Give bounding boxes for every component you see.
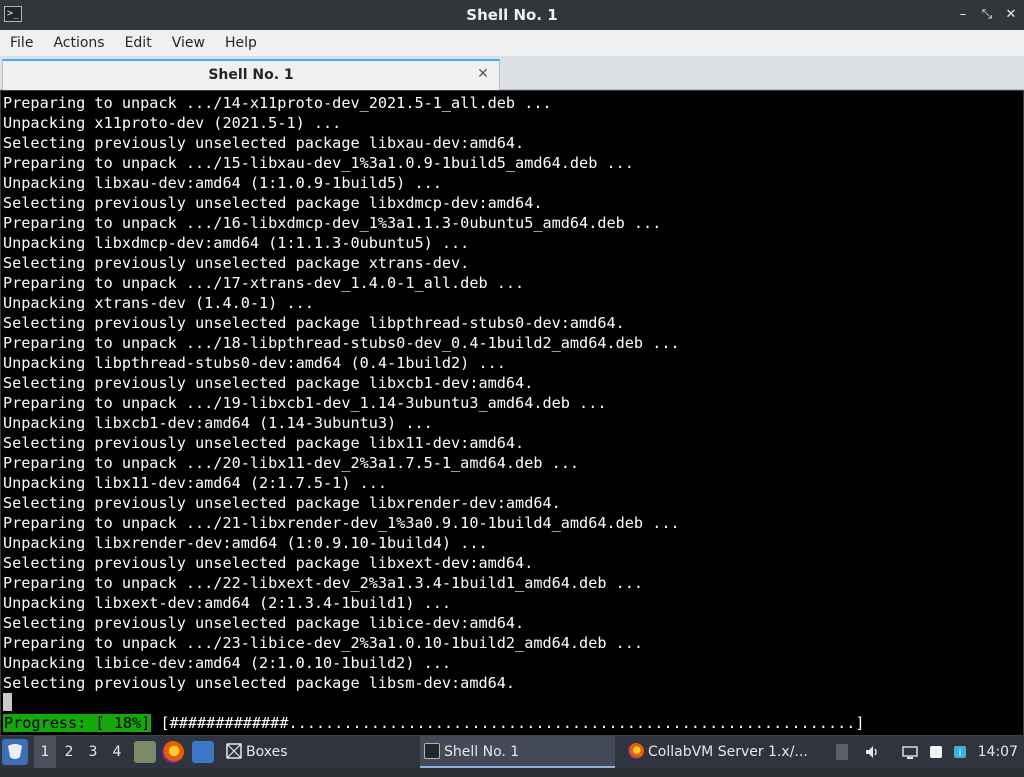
terminal-line: Unpacking x11proto-dev (2021.5-1) ...: [3, 114, 342, 132]
desktop-2-button[interactable]: 2: [58, 736, 80, 768]
terminal-line: Preparing to unpack .../20-libx11-dev_2%…: [3, 454, 580, 472]
menu-edit[interactable]: Edit: [115, 30, 162, 56]
close-window-button[interactable]: ✕: [1004, 8, 1018, 22]
desktop-4-button[interactable]: 4: [106, 736, 128, 768]
tab-shell-1[interactable]: Shell No. 1 ✕: [2, 59, 500, 90]
tab-bar: Shell No. 1 ✕: [0, 56, 1024, 90]
menu-file[interactable]: File: [0, 30, 43, 56]
terminal-line: Selecting previously unselected package …: [3, 254, 470, 272]
menu-actions[interactable]: Actions: [43, 30, 114, 56]
terminal-line: Unpacking libice-dev:amd64 (2:1.0.10-1bu…: [3, 654, 452, 672]
terminal-line: Preparing to unpack .../17-xtrans-dev_1.…: [3, 274, 525, 292]
show-desktop-icon[interactable]: [192, 741, 214, 763]
terminal-icon: [424, 743, 440, 759]
terminal-line: Preparing to unpack .../15-libxau-dev_1%…: [3, 154, 634, 172]
menu-view[interactable]: View: [162, 30, 215, 56]
terminal-line: Unpacking libpthread-stubs0-dev:amd64 (0…: [3, 354, 506, 372]
minimize-button[interactable]: –: [956, 8, 970, 22]
task-label: Boxes: [246, 744, 288, 760]
window-titlebar[interactable]: >_ Shell No. 1 – ⤡ ✕: [0, 0, 1024, 30]
progress-row: Progress: [ 18%] [#############.........…: [3, 713, 865, 733]
maximize-button[interactable]: ⤡: [980, 8, 994, 22]
terminal-line: Preparing to unpack .../21-libxrender-de…: [3, 514, 680, 532]
terminal-line: Unpacking libx11-dev:amd64 (2:1.7.5-1) .…: [3, 474, 388, 492]
svg-text:i: i: [959, 748, 962, 759]
terminal-line: Selecting previously unselected package …: [3, 374, 534, 392]
terminal-lines: Preparing to unpack .../14-x11proto-dev_…: [3, 93, 680, 693]
terminal-line: Preparing to unpack .../14-x11proto-dev_…: [3, 94, 552, 112]
progress-label: Progress: [ 18%]: [3, 714, 152, 732]
window-title: Shell No. 1: [466, 6, 558, 24]
terminal-line: Selecting previously unselected package …: [3, 674, 516, 692]
menu-bar: File Actions Edit View Help: [0, 30, 1024, 56]
progress-bar-text: [#############..........................…: [151, 714, 865, 732]
terminal-line: Selecting previously unselected package …: [3, 614, 525, 632]
terminal-line: Selecting previously unselected package …: [3, 194, 543, 212]
terminal-line: Unpacking libxau-dev:amd64 (1:1.0.9-1bui…: [3, 174, 442, 192]
tab-label: Shell No. 1: [208, 67, 294, 83]
terminal-line: Selecting previously unselected package …: [3, 554, 534, 572]
task-shell-no-1[interactable]: Shell No. 1: [420, 736, 615, 768]
start-icon: [8, 744, 22, 759]
volume-icon[interactable]: [864, 744, 880, 760]
terminal-line: Preparing to unpack .../19-libxcb1-dev_1…: [3, 394, 607, 412]
taskbar: 1 2 3 4 Boxes Shell No. 1 CollabVM Serve…: [0, 736, 1024, 768]
terminal-line: Preparing to unpack .../23-libice-dev_2%…: [3, 634, 644, 652]
file-manager-icon[interactable]: [134, 741, 156, 763]
firefox-icon: [628, 743, 644, 759]
task-label: CollabVM Server 1.x/...: [648, 744, 808, 760]
terminal-cursor: [3, 693, 12, 711]
terminal-line: Selecting previously unselected package …: [3, 314, 625, 332]
network-icon[interactable]: [902, 744, 918, 760]
terminal-line: Unpacking libxrender-dev:amd64 (1:0.9.10…: [3, 534, 488, 552]
clock[interactable]: 14:07: [978, 736, 1018, 768]
menu-help[interactable]: Help: [215, 30, 267, 56]
terminal-line: Preparing to unpack .../22-libxext-dev_2…: [3, 574, 644, 592]
terminal-line: Unpacking libxdmcp-dev:amd64 (1:1.1.3-0u…: [3, 234, 470, 252]
desktop-1-button[interactable]: 1: [34, 736, 56, 768]
terminal-line: Selecting previously unselected package …: [3, 494, 561, 512]
boxes-icon: [226, 743, 242, 759]
task-collabvm[interactable]: CollabVM Server 1.x/...: [624, 736, 843, 768]
clipboard-icon[interactable]: [836, 744, 848, 760]
terminal-line: Selecting previously unselected package …: [3, 134, 525, 152]
tab-close-icon[interactable]: ✕: [475, 66, 491, 82]
terminal-line: Unpacking libxcb1-dev:amd64 (1.14-3ubunt…: [3, 414, 433, 432]
firefox-icon[interactable]: [162, 741, 184, 763]
notes-icon[interactable]: [928, 744, 944, 760]
terminal-line: Unpacking xtrans-dev (1.4.0-1) ...: [3, 294, 314, 312]
terminal-line: Selecting previously unselected package …: [3, 434, 525, 452]
terminal-line: Unpacking libxext-dev:amd64 (2:1.3.4-1bu…: [3, 594, 452, 612]
desktop-3-button[interactable]: 3: [82, 736, 104, 768]
task-boxes[interactable]: Boxes: [222, 736, 436, 768]
terminal-line: Preparing to unpack .../18-libpthread-st…: [3, 334, 680, 352]
update-icon[interactable]: i: [952, 744, 968, 760]
terminal-output[interactable]: Preparing to unpack .../14-x11proto-dev_…: [0, 90, 1024, 736]
start-menu-button[interactable]: [2, 739, 28, 765]
terminal-line: Preparing to unpack .../16-libxdmcp-dev_…: [3, 214, 662, 232]
task-label: Shell No. 1: [444, 744, 520, 760]
